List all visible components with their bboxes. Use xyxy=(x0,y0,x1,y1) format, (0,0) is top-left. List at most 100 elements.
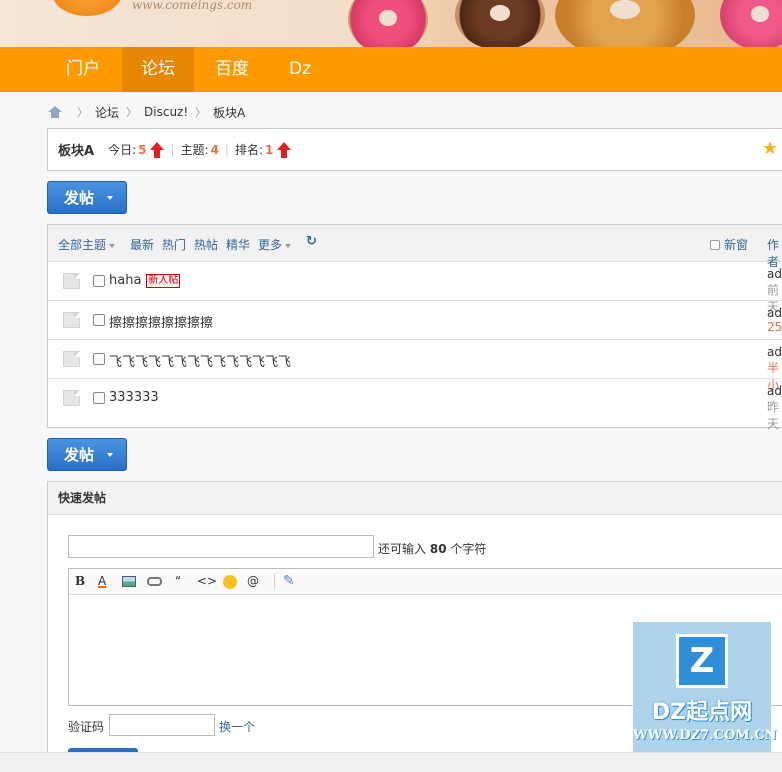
thread-author[interactable]: ad xyxy=(767,384,782,398)
today-stat: 今日: 5 xyxy=(108,141,165,158)
thread-row: 擦擦擦擦擦擦擦擦 ad 25 xyxy=(48,301,782,340)
today-value: 5 xyxy=(138,142,147,157)
filter-digest[interactable]: 精华 xyxy=(226,236,250,253)
refresh-icon[interactable]: ↻ xyxy=(306,234,317,249)
thread-checkbox[interactable] xyxy=(93,314,105,326)
filter-hot[interactable]: 热门 xyxy=(162,236,186,253)
nav-item-portal[interactable]: 门户 xyxy=(48,47,118,92)
thread-title[interactable]: haha 新人帖 xyxy=(109,273,181,288)
new-post-button-bottom[interactable]: 发帖 xyxy=(47,438,127,471)
remaining-count: 80 xyxy=(429,542,447,556)
at-icon[interactable]: @ xyxy=(247,574,259,588)
image-icon[interactable] xyxy=(122,576,136,587)
breadcrumb-discuz[interactable]: Discuz! xyxy=(144,105,188,119)
chevron-down-icon xyxy=(109,243,116,248)
site-logo[interactable] xyxy=(52,0,122,16)
rank-stat: 排名: 1 xyxy=(234,141,292,158)
thread-checkbox[interactable] xyxy=(93,275,105,287)
nav-item-dz[interactable]: Dz xyxy=(272,47,328,92)
thread-date: 昨天 xyxy=(767,400,780,431)
quote-icon[interactable]: “ xyxy=(175,574,181,588)
horizontal-scrollbar[interactable] xyxy=(0,752,782,772)
emoji-icon[interactable] xyxy=(223,575,237,589)
topics-value: 4 xyxy=(210,142,219,157)
banner-donut-image xyxy=(720,0,782,47)
new-window-label: 新窗 xyxy=(724,238,749,252)
topics-label: 主题: xyxy=(180,143,209,157)
filter-all-topics-label: 全部主题 xyxy=(58,238,107,252)
new-user-badge: 新人帖 xyxy=(146,273,181,288)
remaining-prefix: 还可输入 xyxy=(378,542,427,556)
home-icon[interactable] xyxy=(48,106,62,118)
font-color-icon[interactable]: A xyxy=(98,574,106,588)
nav-item-baidu[interactable]: 百度 xyxy=(198,47,266,92)
new-window-toggle[interactable]: 新窗 xyxy=(710,236,748,253)
divider: | xyxy=(170,142,175,157)
quick-post-title: 快速发帖 xyxy=(48,482,782,515)
captcha-refresh-link[interactable]: 换一个 xyxy=(219,718,255,735)
new-post-button[interactable]: 发帖 xyxy=(47,181,127,214)
thread-icon[interactable] xyxy=(63,351,80,367)
thread-author[interactable]: ad xyxy=(767,345,782,359)
thread-checkbox[interactable] xyxy=(93,392,105,404)
banner-donut-image xyxy=(455,0,545,47)
thread-title-text[interactable]: haha xyxy=(109,273,141,288)
watermark-title: DZ起点网 xyxy=(651,700,753,725)
editor-toolbar: B A “ <> @ ✎ xyxy=(69,569,782,595)
topics-stat: 主题: 4 xyxy=(181,141,219,158)
main-nav: 门户 论坛 百度 Dz xyxy=(0,47,782,92)
favorite-star-icon[interactable]: ★ xyxy=(762,140,778,158)
thread-author[interactable]: ad xyxy=(767,267,782,281)
captcha-input[interactable] xyxy=(109,714,215,736)
attachment-icon[interactable]: ✎ xyxy=(283,574,295,588)
forum-header: 板块A 今日: 5 | 主题: 4 | 排名: 1 ★ xyxy=(47,128,782,171)
filter-all-topics[interactable]: 全部主题 xyxy=(58,236,116,253)
site-banner: www.comeings.com xyxy=(0,0,782,47)
breadcrumb-separator: 〉 xyxy=(195,106,207,119)
thread-title[interactable]: 333333 xyxy=(109,390,159,405)
bold-icon[interactable]: B xyxy=(75,574,85,588)
filter-more-label: 更多 xyxy=(258,238,283,252)
watermark-url: WWW.DZ7.COM.CN xyxy=(633,728,777,743)
subject-input[interactable] xyxy=(68,535,374,558)
filter-more[interactable]: 更多 xyxy=(258,236,292,253)
today-label: 今日: xyxy=(108,143,137,157)
banner-donut-image xyxy=(555,0,695,47)
breadcrumb-board[interactable]: 板块A xyxy=(213,104,245,121)
thread-title[interactable]: 飞飞飞飞飞飞飞飞飞飞飞飞飞飞 xyxy=(109,351,291,370)
thread-checkbox[interactable] xyxy=(93,353,105,365)
thread-title[interactable]: 擦擦擦擦擦擦擦擦 xyxy=(109,312,213,331)
filter-latest[interactable]: 最新 xyxy=(130,236,154,253)
divider: | xyxy=(224,142,229,157)
thread-list: 全部主题 最新 热门 热帖 精华 更多 ↻ 新窗 作者 haha 新人帖 ad … xyxy=(47,224,782,431)
thread-icon[interactable] xyxy=(63,273,80,289)
rank-label: 排名: xyxy=(234,143,264,157)
thread-icon[interactable] xyxy=(63,390,80,406)
watermark: Z DZ起点网 WWW.DZ7.COM.CN xyxy=(633,622,777,759)
breadcrumb-forum[interactable]: 论坛 xyxy=(95,104,119,121)
breadcrumb-separator: 〉 xyxy=(77,106,88,119)
chevron-down-icon xyxy=(107,196,113,200)
up-arrow-icon xyxy=(277,141,292,158)
new-window-checkbox[interactable] xyxy=(710,239,720,250)
code-icon[interactable]: <> xyxy=(197,574,217,588)
rank-value: 1 xyxy=(265,142,274,157)
banner-donut-image xyxy=(348,0,428,47)
thread-row: 飞飞飞飞飞飞飞飞飞飞飞飞飞飞 ad 半小 xyxy=(48,340,782,392)
thread-row: haha 新人帖 ad 前天 xyxy=(48,262,782,314)
new-post-label: 发帖 xyxy=(64,189,95,207)
nav-item-forum[interactable]: 论坛 xyxy=(122,47,194,92)
site-logo-text: www.comeings.com xyxy=(132,0,253,12)
thread-icon[interactable] xyxy=(63,312,80,328)
toolbar-divider xyxy=(274,574,275,588)
up-arrow-icon xyxy=(150,141,165,158)
chevron-down-icon xyxy=(107,453,113,457)
link-icon[interactable] xyxy=(147,577,162,586)
thread-row: 333333 ad 昨天 xyxy=(48,379,782,431)
watermark-logo: Z xyxy=(676,634,728,688)
remaining-suffix: 个字符 xyxy=(450,542,487,556)
filter-hot-posts[interactable]: 热帖 xyxy=(194,236,218,253)
thread-list-header: 全部主题 最新 热门 热帖 精华 更多 ↻ 新窗 作者 xyxy=(48,225,782,269)
chevron-down-icon xyxy=(285,243,292,248)
thread-author[interactable]: ad xyxy=(767,306,782,320)
